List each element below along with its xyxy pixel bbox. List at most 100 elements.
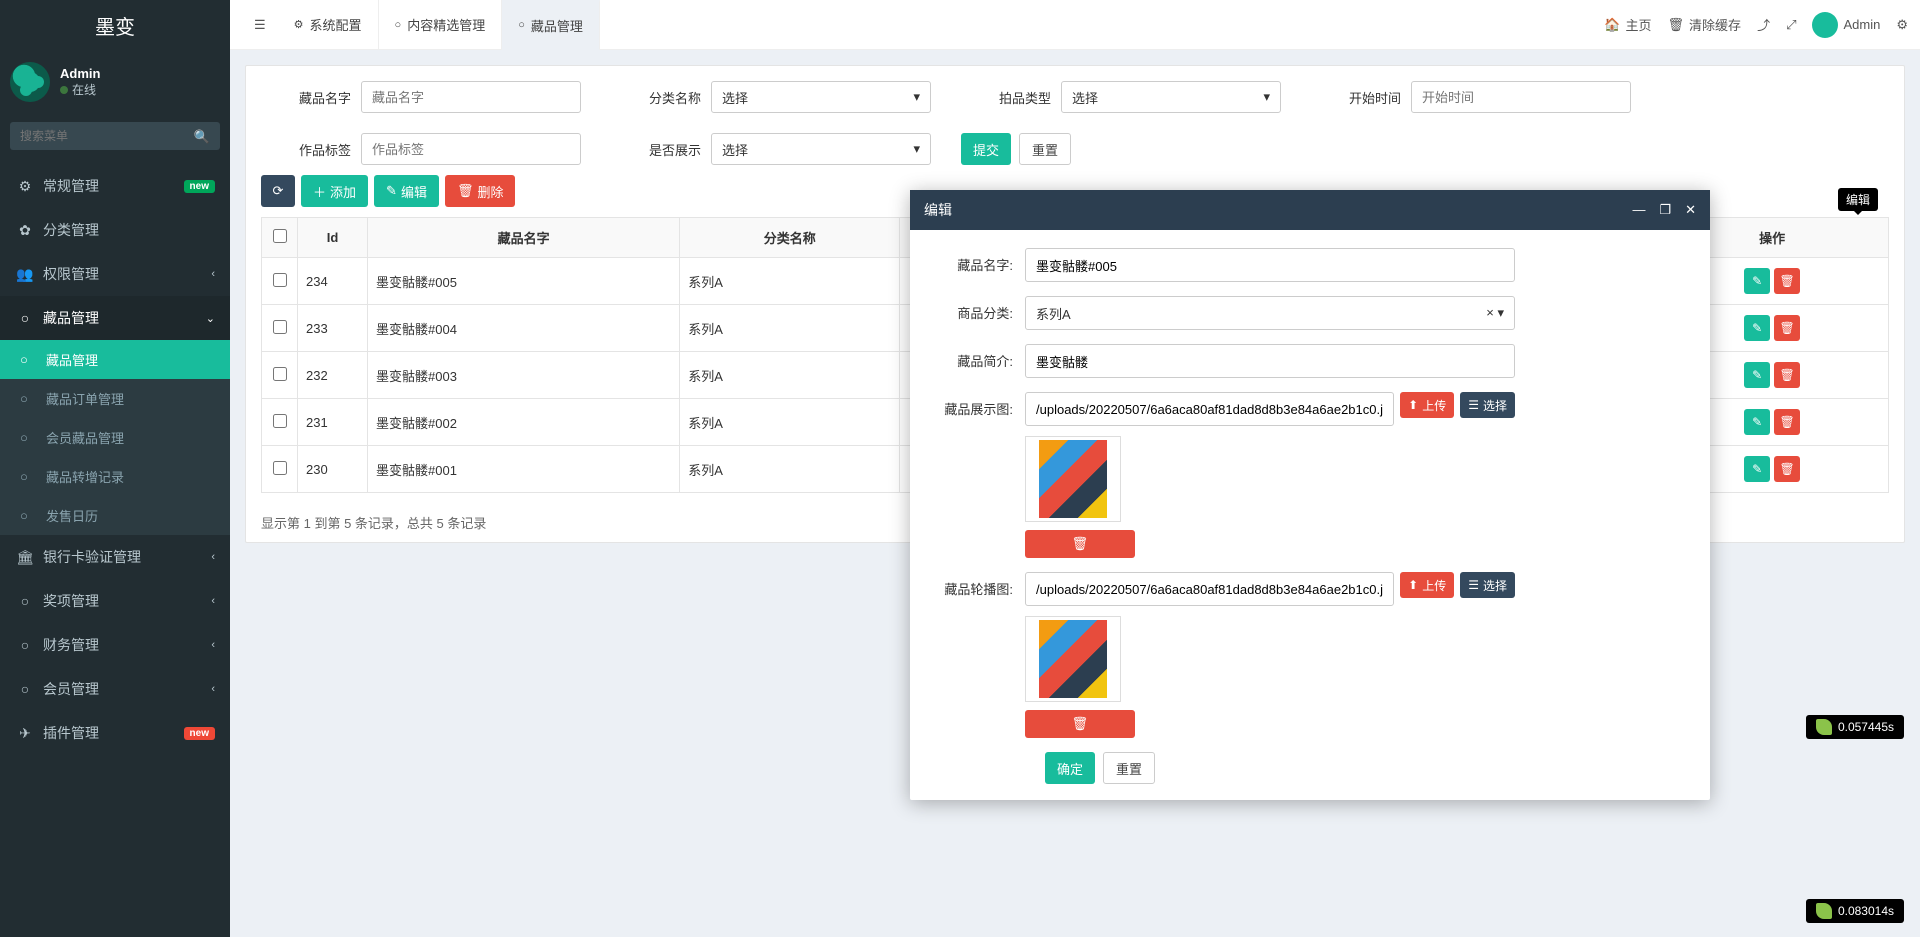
refresh-button[interactable]: ⟳ [261, 175, 295, 207]
row-edit-button[interactable]: ✎ [1744, 268, 1770, 294]
leaf-icon [1816, 719, 1832, 735]
minimize-icon[interactable]: — [1632, 202, 1645, 218]
filter-show-select[interactable]: 选择▾ [711, 133, 931, 165]
sidebar-item[interactable]: ○藏品管理⌄ [0, 296, 230, 340]
delete-button[interactable]: 🗑删除 [445, 175, 516, 207]
user-status: 在线 [60, 81, 100, 98]
list-icon: ☰ [1468, 578, 1479, 592]
row-edit-button[interactable]: ✎ [1744, 409, 1770, 435]
sidebar-subitem[interactable]: ○藏品管理 [0, 340, 230, 379]
list-icon: ☰ [1468, 398, 1479, 412]
row-edit-button[interactable]: ✎ [1744, 456, 1770, 482]
chevron-icon: ‹ [211, 268, 215, 280]
cell-cat: 系列A [680, 352, 900, 399]
modal-img1-input[interactable] [1025, 392, 1394, 426]
modal-header[interactable]: 编辑 — ❐ ✕ [910, 190, 1710, 230]
row-delete-button[interactable]: 🗑 [1774, 315, 1800, 341]
sidebar-item[interactable]: ○奖项管理‹ [0, 579, 230, 623]
modal-img2-input[interactable] [1025, 572, 1394, 606]
filter-name-input[interactable] [361, 81, 581, 113]
home-link[interactable]: 🏠主页 [1604, 15, 1651, 34]
sidebar-subitem[interactable]: ○会员藏品管理 [0, 418, 230, 457]
upload-button-2[interactable]: ⬆上传 [1400, 572, 1454, 598]
table-header[interactable]: 分类名称 [680, 218, 900, 258]
cell-name: 墨变骷髅#003 [368, 352, 680, 399]
sidebar-item[interactable]: ○会员管理‹ [0, 667, 230, 711]
hamburger-icon[interactable]: ☰ [242, 17, 278, 33]
delete-thumb-2[interactable]: 🗑 [1025, 710, 1135, 738]
tab-label: 内容精选管理 [407, 15, 485, 34]
row-edit-button[interactable]: ✎ [1744, 315, 1770, 341]
modal-intro-input[interactable] [1025, 344, 1515, 378]
menu-label: 常规管理 [43, 176, 99, 196]
row-delete-button[interactable]: 🗑 [1774, 456, 1800, 482]
table-header[interactable]: 藏品名字 [368, 218, 680, 258]
menu-label: 藏品管理 [43, 308, 99, 328]
tab-label: 系统配置 [310, 15, 362, 34]
close-icon[interactable]: ✕ [1685, 202, 1696, 218]
sidebar-subitem[interactable]: ○发售日历 [0, 496, 230, 535]
row-checkbox[interactable] [273, 320, 287, 334]
filter-reset-button[interactable]: 重置 [1019, 133, 1071, 165]
sidebar-item[interactable]: 👥权限管理‹ [0, 252, 230, 296]
thumbnail-2[interactable] [1025, 616, 1121, 702]
row-edit-button[interactable]: ✎ [1744, 362, 1770, 388]
brand-title: 墨变 [0, 0, 230, 50]
sidebar-item[interactable]: ○财务管理‹ [0, 623, 230, 667]
tab-icon: ⚙ [294, 18, 304, 31]
filter-submit-button[interactable]: 提交 [961, 133, 1011, 165]
sidebar-subitem[interactable]: ○藏品订单管理 [0, 379, 230, 418]
modal-reset-button[interactable]: 重置 [1103, 752, 1155, 784]
choose-button-1[interactable]: ☰选择 [1460, 392, 1515, 418]
sidebar-item[interactable]: 🏛银行卡验证管理‹ [0, 535, 230, 579]
modal-name-input[interactable] [1025, 248, 1515, 282]
tab[interactable]: ⚙ 系统配置 [278, 0, 379, 50]
filter-tag-input[interactable] [361, 133, 581, 165]
sidebar-item[interactable]: ✿分类管理 [0, 208, 230, 252]
search-input[interactable] [10, 122, 220, 150]
filter-start-input[interactable] [1411, 81, 1631, 113]
table-header[interactable]: Id [298, 218, 368, 258]
modal-cat-select[interactable]: 系列A× ▾ [1025, 296, 1515, 330]
thumbnail-1[interactable] [1025, 436, 1121, 522]
filter-cat-select[interactable]: 选择▾ [711, 81, 931, 113]
filter-show-label: 是否展示 [611, 140, 701, 159]
chevron-down-icon: ▾ [913, 141, 920, 157]
perf-badge-modal: 0.057445s [1806, 715, 1904, 739]
row-checkbox[interactable] [273, 367, 287, 381]
expand-icon[interactable]: ⤢ [1786, 17, 1796, 33]
upload-icon: ⬆ [1408, 398, 1418, 412]
topbar-right: 🏠主页 🗑清除缓存 ⤴ ⤢ Admin ⚙ [1604, 12, 1908, 38]
filter-type-select[interactable]: 选择▾ [1061, 81, 1281, 113]
gears-icon[interactable]: ⚙ [1896, 17, 1908, 33]
add-button[interactable]: ＋添加 [301, 175, 368, 207]
sidebar-subitem[interactable]: ○藏品转增记录 [0, 457, 230, 496]
choose-button-2[interactable]: ☰选择 [1460, 572, 1515, 598]
sidebar-item[interactable]: ⚙常规管理new [0, 164, 230, 208]
cell-id: 230 [298, 446, 368, 493]
row-checkbox[interactable] [273, 414, 287, 428]
table-header[interactable] [262, 218, 298, 258]
upload-button-1[interactable]: ⬆上传 [1400, 392, 1454, 418]
search-icon[interactable]: 🔍 [194, 129, 210, 145]
sidebar-item[interactable]: ✈插件管理new [0, 711, 230, 755]
clear-chevron-icon[interactable]: × ▾ [1486, 305, 1504, 321]
export-icon[interactable]: ⤴ [1757, 15, 1770, 34]
row-checkbox[interactable] [273, 461, 287, 475]
modal-ok-button[interactable]: 确定 [1045, 752, 1095, 784]
row-delete-button[interactable]: 🗑 [1774, 268, 1800, 294]
maximize-icon[interactable]: ❐ [1659, 202, 1671, 218]
leaf-icon [1816, 903, 1832, 919]
tab[interactable]: ○藏品管理 [502, 0, 600, 50]
clear-cache-link[interactable]: 🗑清除缓存 [1668, 15, 1742, 34]
tab[interactable]: ○内容精选管理 [379, 0, 503, 50]
edit-button[interactable]: ✎编辑 [374, 175, 439, 207]
user-menu[interactable]: Admin [1812, 12, 1880, 38]
row-delete-button[interactable]: 🗑 [1774, 362, 1800, 388]
row-delete-button[interactable]: 🗑 [1774, 409, 1800, 435]
select-all-checkbox[interactable] [273, 229, 287, 243]
row-checkbox[interactable] [273, 273, 287, 287]
perf-badge-page: 0.083014s [1806, 899, 1904, 923]
menu-icon: ○ [15, 681, 35, 697]
delete-thumb-1[interactable]: 🗑 [1025, 530, 1135, 558]
